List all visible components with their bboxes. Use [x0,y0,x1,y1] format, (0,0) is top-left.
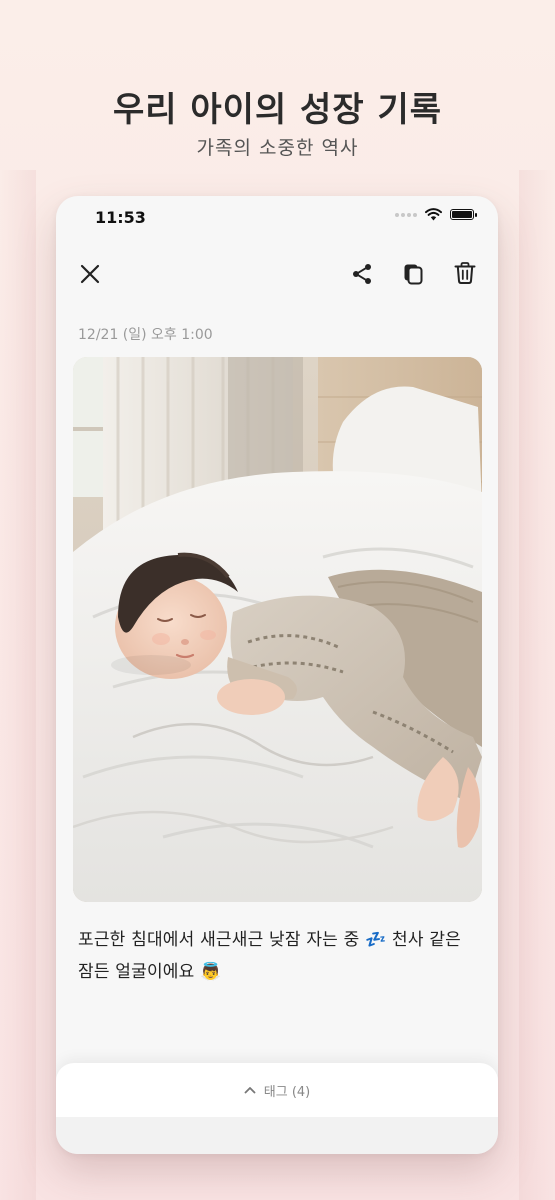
chevron-up-icon [244,1087,256,1094]
status-icons [395,208,477,221]
status-time: 11:53 [95,208,146,227]
wifi-icon [425,208,442,221]
copy-icon[interactable] [401,262,425,286]
post-photo[interactable] [73,357,482,902]
bottom-safe-area [56,1117,498,1154]
signal-icon [395,212,417,217]
post-caption: 포근한 침대에서 새근새근 낮잠 자는 중 💤 천사 같은 잠든 얼굴이에요 👼 [78,930,461,982]
background-shade-left [0,170,36,1200]
share-icon[interactable] [350,262,374,286]
tags-label: 태그 (4) [263,1084,311,1100]
background-shade-right [519,170,555,1200]
trash-icon[interactable] [452,260,478,286]
page-subtitle: 가족의 소중한 역사 [196,137,359,159]
phone-screen: 11:53 12/21 (일) 오후 1:00 포근한 침대에서 새근새근 낮잠… [56,196,498,1154]
post-date: 12/21 (일) 오후 1:00 [78,327,213,343]
battery-icon [450,209,477,220]
close-icon[interactable] [78,262,102,286]
tags-toggle-button[interactable]: 태그 (4) [56,1063,498,1117]
page-title: 우리 아이의 성장 기록 [112,90,443,130]
baby-sleeping-photo [73,357,482,902]
